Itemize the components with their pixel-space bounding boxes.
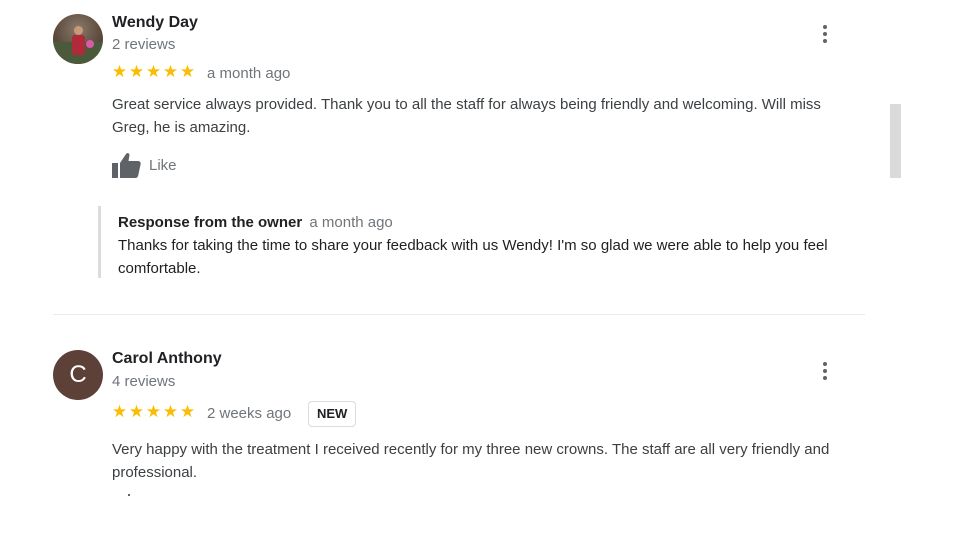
star-icon: ★ bbox=[128, 402, 145, 421]
new-badge: NEW bbox=[308, 401, 357, 427]
scrollbar-thumb[interactable] bbox=[890, 104, 901, 178]
star-icon: ★ bbox=[162, 402, 179, 421]
owner-response-date: a month ago bbox=[309, 214, 393, 231]
star-icon: ★ bbox=[111, 62, 128, 81]
review-date: 2 weeks ago bbox=[207, 405, 292, 422]
more-options-button[interactable] bbox=[812, 358, 838, 384]
more-options-button[interactable] bbox=[812, 21, 838, 47]
star-icon: ★ bbox=[145, 402, 162, 421]
owner-response: Response from the owner a month ago Than… bbox=[98, 206, 871, 278]
star-icon: ★ bbox=[179, 402, 196, 421]
thumb-up-icon bbox=[112, 153, 141, 178]
reviewer-name[interactable]: Carol Anthony bbox=[112, 350, 222, 368]
star-icon: ★ bbox=[111, 402, 128, 421]
reviewer-review-count[interactable]: 4 reviews bbox=[112, 373, 175, 390]
like-icon-partial bbox=[128, 494, 130, 496]
star-icon: ★ bbox=[162, 62, 179, 81]
review-divider bbox=[53, 314, 865, 315]
avatar-photo-head bbox=[74, 26, 83, 35]
reviewer-avatar[interactable]: C bbox=[53, 350, 103, 400]
owner-response-header: Response from the owner a month ago bbox=[118, 214, 393, 231]
star-icon: ★ bbox=[128, 62, 145, 81]
star-icon: ★ bbox=[145, 62, 162, 81]
star-rating: ★ ★ ★ ★ ★ bbox=[111, 63, 196, 81]
review-text: Great service always provided. Thank you… bbox=[112, 96, 821, 136]
like-button[interactable]: Like bbox=[112, 152, 182, 180]
star-icon: ★ bbox=[179, 62, 196, 81]
owner-response-text: Thanks for taking the time to share your… bbox=[118, 237, 828, 277]
reviewer-name[interactable]: Wendy Day bbox=[112, 14, 198, 32]
owner-response-title: Response from the owner bbox=[118, 214, 303, 231]
avatar-photo-flower bbox=[86, 40, 94, 48]
avatar-photo-body bbox=[72, 35, 85, 55]
star-rating: ★ ★ ★ ★ ★ bbox=[111, 403, 196, 421]
review-date: a month ago bbox=[207, 65, 291, 82]
review-text: Very happy with the treatment I received… bbox=[112, 441, 830, 481]
like-label: Like bbox=[149, 157, 177, 174]
reviewer-avatar[interactable] bbox=[53, 14, 103, 64]
reviewer-review-count[interactable]: 2 reviews bbox=[112, 36, 175, 53]
